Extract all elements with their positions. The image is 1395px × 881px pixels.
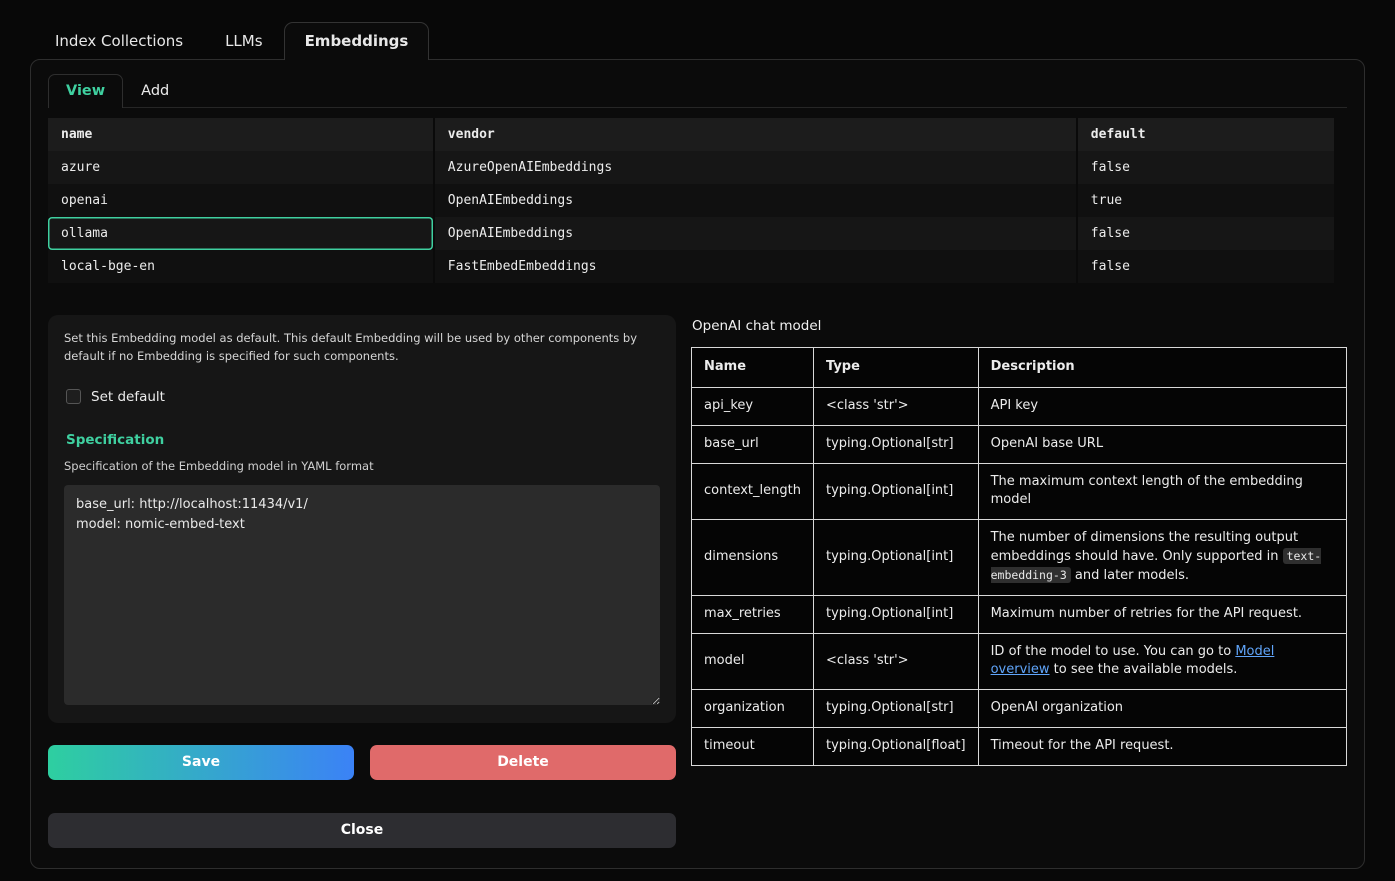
set-default-help-text: Set this Embedding model as default. Thi… [64, 330, 660, 366]
cell-name[interactable]: local-bge-en [48, 250, 434, 283]
page: Index CollectionsLLMsEmbeddings ViewAdd … [0, 0, 1395, 869]
param-name: organization [692, 690, 814, 728]
cell-name[interactable]: ollama [48, 217, 434, 250]
embeddings-row-ollama[interactable]: ollamaOpenAIEmbeddingsfalse [48, 217, 1334, 250]
param-type: typing.Optional[int] [814, 595, 979, 633]
param-type: typing.Optional[int] [814, 520, 979, 596]
param-type: <class 'str'> [814, 387, 979, 425]
param-name: base_url [692, 425, 814, 463]
schema-title: OpenAI chat model [692, 318, 1347, 334]
main-panel: ViewAdd namevendordefault azureAzureOpen… [30, 59, 1365, 869]
embeddings-row-local-bge-en[interactable]: local-bge-enFastEmbedEmbeddingsfalse [48, 250, 1334, 283]
yaml-spec-editor[interactable]: base_url: http://localhost:11434/v1/ mod… [64, 485, 660, 705]
set-default-checkbox[interactable] [66, 389, 81, 404]
subtab-view[interactable]: View [48, 74, 123, 108]
param-name: context_length [692, 463, 814, 520]
specification-help-text: Specification of the Embedding model in … [64, 459, 660, 473]
delete-button[interactable]: Delete [370, 745, 676, 780]
param-type: typing.Optional[str] [814, 425, 979, 463]
schema-col-description: Description [978, 348, 1346, 388]
param-type: typing.Optional[int] [814, 463, 979, 520]
description-text: The number of dimensions the resulting o… [991, 530, 1298, 564]
set-default-row[interactable]: Set default [66, 389, 660, 405]
description-text: to see the available models. [1050, 662, 1238, 677]
param-name: dimensions [692, 520, 814, 596]
cell-default[interactable]: false [1077, 217, 1334, 250]
param-name: api_key [692, 387, 814, 425]
param-description: The number of dimensions the resulting o… [978, 520, 1346, 596]
param-description: Timeout for the API request. [978, 728, 1346, 766]
param-name: timeout [692, 728, 814, 766]
description-text: Timeout for the API request. [991, 738, 1174, 753]
description-text: The maximum context length of the embedd… [991, 474, 1303, 508]
schema-table-body: api_key<class 'str'>API keybase_urltypin… [692, 387, 1347, 765]
schema-row-organization: organizationtyping.Optional[str] OpenAI o… [692, 690, 1347, 728]
action-button-row: Save Delete [48, 745, 676, 780]
set-default-label: Set default [91, 389, 165, 405]
embeddings-table-body: azureAzureOpenAIEmbeddingsfalseopenaiOpe… [48, 151, 1334, 283]
subtab-add[interactable]: Add [123, 74, 187, 108]
param-description: API key [978, 387, 1346, 425]
cell-default[interactable]: true [1077, 184, 1334, 217]
embeddings-col-default: default [1077, 118, 1334, 151]
schema-row-base-url: base_urltyping.Optional[str] OpenAI base … [692, 425, 1347, 463]
description-text: API key [991, 398, 1038, 413]
close-button[interactable]: Close [48, 813, 676, 848]
schema-table-head-row: NameTypeDescription [692, 348, 1347, 388]
schema-table: NameTypeDescription api_key<class 'str'>… [691, 347, 1347, 766]
schema-row-dimensions: dimensionstyping.Optional[int] The number… [692, 520, 1347, 596]
embeddings-table: namevendordefault azureAzureOpenAIEmbedd… [48, 118, 1334, 283]
param-description: OpenAI base URL [978, 425, 1346, 463]
param-type: <class 'str'> [814, 633, 979, 690]
description-text: ID of the model to use. You can go to [991, 644, 1236, 659]
schema-row-model: model<class 'str'>ID of the model to use… [692, 633, 1347, 690]
embeddings-row-openai[interactable]: openaiOpenAIEmbeddingstrue [48, 184, 1334, 217]
param-description: ID of the model to use. You can go to Mo… [978, 633, 1346, 690]
schema-row-context-length: context_lengthtyping.Optional[int] The ma… [692, 463, 1347, 520]
param-name: model [692, 633, 814, 690]
cell-default[interactable]: false [1077, 250, 1334, 283]
embeddings-row-azure[interactable]: azureAzureOpenAIEmbeddingsfalse [48, 151, 1334, 184]
schema-panel: OpenAI chat model NameTypeDescription ap… [691, 315, 1347, 848]
schema-col-name: Name [692, 348, 814, 388]
tab-llms[interactable]: LLMs [204, 22, 283, 60]
cell-name[interactable]: openai [48, 184, 434, 217]
param-type: typing.Optional[str] [814, 690, 979, 728]
param-description: OpenAI organization [978, 690, 1346, 728]
tab-embeddings[interactable]: Embeddings [284, 22, 430, 60]
description-text: and later models. [1071, 568, 1189, 583]
schema-row-max-retries: max_retriestyping.Optional[int] Maximum n… [692, 595, 1347, 633]
description-text: OpenAI base URL [991, 436, 1104, 451]
tab-index-collections[interactable]: Index Collections [34, 22, 204, 60]
cell-default[interactable]: false [1077, 151, 1334, 184]
cell-vendor[interactable]: AzureOpenAIEmbeddings [434, 151, 1077, 184]
cell-vendor[interactable]: OpenAIEmbeddings [434, 217, 1077, 250]
description-text: Maximum number of retries for the API re… [991, 606, 1302, 621]
save-button[interactable]: Save [48, 745, 354, 780]
cell-name[interactable]: azure [48, 151, 434, 184]
main-tabbar: Index CollectionsLLMsEmbeddings [30, 22, 1365, 59]
param-name: max_retries [692, 595, 814, 633]
param-type: typing.Optional[float] [814, 728, 979, 766]
cell-vendor[interactable]: OpenAIEmbeddings [434, 184, 1077, 217]
embeddings-col-name: name [48, 118, 434, 151]
content-row: Set this Embedding model as default. Thi… [48, 315, 1347, 848]
embeddings-table-head-row: namevendordefault [48, 118, 1334, 151]
embedding-detail-column: Set this Embedding model as default. Thi… [48, 315, 676, 848]
schema-col-type: Type [814, 348, 979, 388]
schema-row-api-key: api_key<class 'str'> API key [692, 387, 1347, 425]
cell-vendor[interactable]: FastEmbedEmbeddings [434, 250, 1077, 283]
specification-heading: Specification [66, 432, 660, 448]
sub-tabbar: ViewAdd [48, 74, 1347, 108]
description-text: OpenAI organization [991, 700, 1123, 715]
embeddings-col-vendor: vendor [434, 118, 1077, 151]
schema-row-timeout: timeouttyping.Optional[float] Timeout for… [692, 728, 1347, 766]
default-settings-card: Set this Embedding model as default. Thi… [48, 315, 676, 723]
param-description: Maximum number of retries for the API re… [978, 595, 1346, 633]
param-description: The maximum context length of the embedd… [978, 463, 1346, 520]
